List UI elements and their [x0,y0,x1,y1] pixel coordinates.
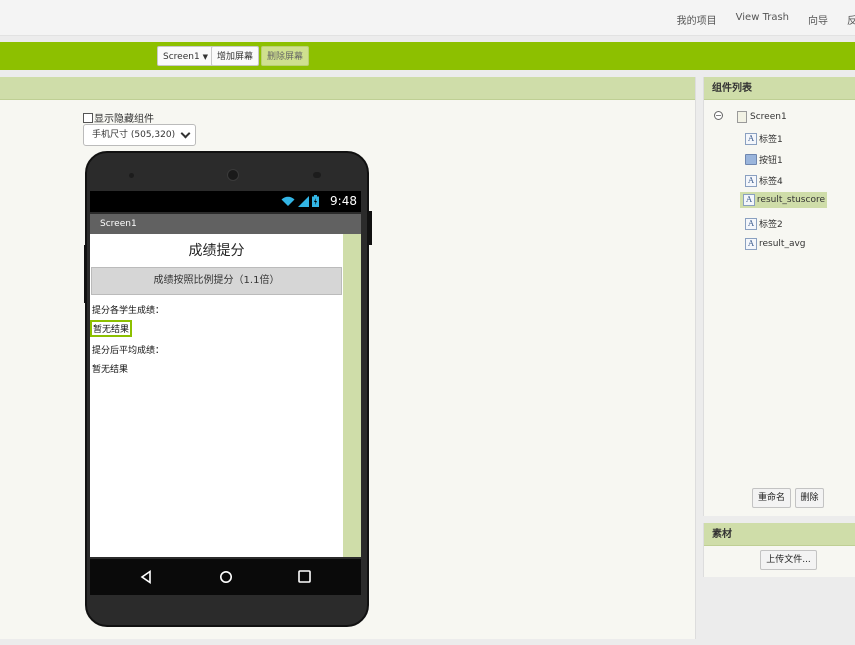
phone-speaker-grille [313,172,321,178]
show-hidden-checkbox[interactable] [83,112,93,123]
phone-sensor [129,173,134,178]
component-item[interactable]: A 标签4 [742,172,785,189]
result-avg-label[interactable]: 暂无结果 [92,362,128,375]
component-item-selected[interactable]: A result_stuscore [740,192,827,208]
component-item[interactable]: A 标签2 [742,215,785,232]
raise-score-button[interactable]: 成绩按照比例提分（1.1倍） [91,267,342,295]
phone-size-select[interactable]: 手机尺寸 (505,320) [83,124,196,146]
component-name: result_stuscore [756,195,825,205]
component-name: 按钮1 [759,156,783,166]
phone-side-button [369,211,372,245]
label-icon: A [743,194,755,206]
screen-title-bar: Screen1 [90,214,361,234]
viewer-panel: 显示隐藏组件 手机尺寸 (505,320) 9:48 Screen1 成绩提分 … [0,77,696,639]
signal-icon [298,196,309,207]
collapse-icon[interactable]: − [714,111,723,120]
button-icon [745,154,757,165]
back-icon [140,570,151,584]
app-screen: 成绩提分 成绩按照比例提分（1.1倍） 提分各学生成绩： 暂无结果 提分后平均成… [90,234,343,557]
component-item[interactable]: A result_avg [742,236,808,252]
phone-size-label: 手机尺寸 (505,320) [92,130,176,140]
label-icon: A [745,174,757,187]
status-clock: 9:48 [330,194,357,208]
remove-screen-button[interactable]: 删除屏幕 [261,46,310,66]
screen-icon [737,111,747,123]
media-panel-title: 素材 [704,523,855,546]
component-screen1[interactable]: Screen1 [734,109,789,125]
upload-file-button[interactable]: 上传文件... [760,550,817,570]
top-nav-links: 我的项目 View Trash 向导 反馈 [677,12,855,27]
designer-toolbar: Screen1 ▼ 增加屏幕 删除屏幕 [0,42,855,70]
components-panel: 组件列表 − Screen1 A 标签1 按钮1 A 标签4 A result_… [703,77,855,516]
feedback-link[interactable]: 反馈 [847,12,855,27]
component-name: Screen1 [750,112,787,122]
screen-title: Screen1 [100,219,137,229]
label-icon: A [745,238,757,250]
show-hidden-label: 显示隐藏组件 [94,114,154,125]
home-icon [220,571,232,583]
screen-select-dropdown[interactable]: Screen1 ▼ [157,46,215,66]
recents-icon [298,570,311,583]
media-panel: 素材 上传文件... [703,523,855,577]
delete-button[interactable]: 删除 [795,488,824,508]
component-name: 标签1 [759,135,783,145]
component-name: 标签4 [759,177,783,187]
android-nav-bar [90,559,361,595]
average-score-label[interactable]: 提分后平均成绩： [92,343,164,356]
student-scores-label[interactable]: 提分各学生成绩： [92,303,164,316]
guide-link[interactable]: 向导 [808,12,828,27]
battery-icon [312,195,319,207]
components-panel-title: 组件列表 [704,77,855,100]
phone-preview: 9:48 Screen1 成绩提分 成绩按照比例提分（1.1倍） 提分各学生成绩… [84,151,372,627]
view-trash-link[interactable]: View Trash [736,12,789,27]
add-screen-button[interactable]: 增加屏幕 [211,46,260,66]
wifi-icon [281,196,295,206]
status-icons [281,195,319,207]
status-bar: 9:48 [90,191,361,212]
rename-button[interactable]: 重命名 [752,488,791,508]
component-item[interactable]: A 标签1 [742,130,785,147]
app-title-label[interactable]: 成绩提分 [90,240,343,260]
label-icon: A [745,217,757,230]
screen-scroll-strip [343,234,361,557]
phone-camera [227,169,239,181]
component-name: result_avg [759,239,806,249]
caret-down-icon: ▼ [202,53,209,61]
screen-select-label: Screen1 [163,52,200,62]
top-navigation-bar: 我的项目 View Trash 向导 反馈 [0,0,855,36]
my-projects-link[interactable]: 我的项目 [677,12,717,27]
chevron-down-icon [180,128,191,139]
component-item[interactable]: 按钮1 [742,151,785,168]
viewer-header [0,77,695,100]
phone-volume-button [84,245,87,303]
label-icon: A [745,132,757,145]
component-name: 标签2 [759,220,783,230]
result-stuscore-label[interactable]: 暂无结果 [90,320,133,337]
show-hidden-row: 显示隐藏组件 [83,110,154,125]
